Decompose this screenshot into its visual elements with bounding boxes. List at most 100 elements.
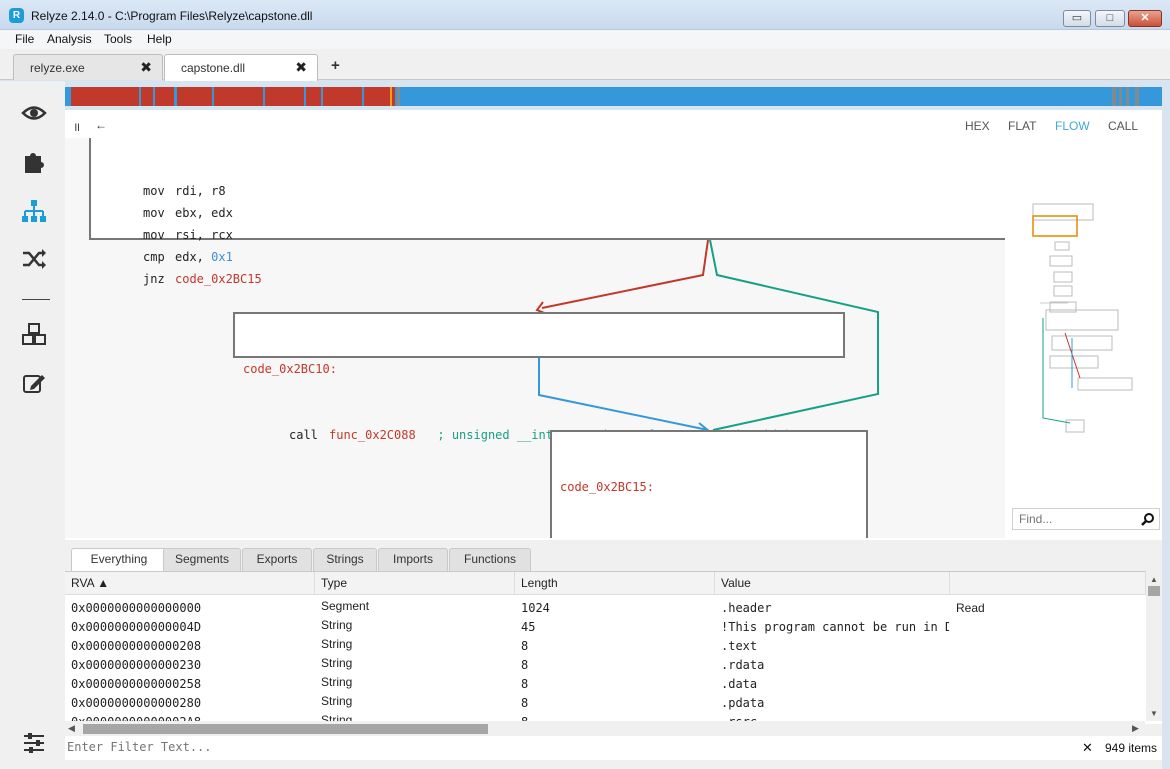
block-label: code_0x2BC15: [560,480,654,494]
operand: rsi, rcx [175,228,233,242]
filter-input[interactable] [65,739,465,755]
table-cell: Read [956,601,985,615]
instruction-line[interactable]: mov rsi, rcx [143,224,1005,246]
maximize-button[interactable]: □ [1095,10,1125,27]
column-header-value[interactable]: Value [715,572,950,595]
search-icon[interactable] [1141,512,1155,526]
block-label: code_0x2BC10: [243,362,337,376]
pause-icon[interactable]: ॥ [73,118,80,135]
cubes-icon[interactable] [18,321,50,349]
overview-minimap [1032,203,1133,433]
table-cell: 0x0000000000000230 [71,658,202,672]
coverage-segment [264,87,304,106]
main-panel: ॥ ← HEX FLAT FLOW CALL mov rdi, r8 mov ebx,… [65,110,1162,540]
menu-file[interactable]: File [15,32,34,46]
table-row[interactable]: 0x0000000000000280 String 8 .pdata [65,694,1145,713]
operand: edx, [175,250,212,264]
scroll-thumb[interactable] [1148,586,1160,596]
table-cell: Segment [321,599,370,613]
tab-imports[interactable]: Imports [378,548,448,571]
scroll-right-icon[interactable]: ▶ [1132,723,1139,734]
instruction-line[interactable]: jnz code_0x2BC15 [143,268,1005,290]
column-header-type[interactable]: Type [315,572,515,595]
tab-hex[interactable]: HEX [965,119,990,133]
table-row[interactable]: 0x0000000000000258 String 8 .data [65,675,1145,694]
table-row[interactable]: 0x0000000000000208 String 8 .text [65,637,1145,656]
find-box [1012,508,1160,530]
instruction-line[interactable]: cmp edx, 0x1 [143,246,1005,268]
scroll-up-icon[interactable]: ▲ [1150,575,1158,584]
coverage-strip[interactable] [65,87,1163,106]
close-icon[interactable]: ✖ [140,59,152,76]
scroll-thumb[interactable] [83,724,488,734]
instruction-line[interactable]: mov rdi, r8 [143,180,1005,202]
back-arrow-icon[interactable]: ← [95,118,107,132]
basic-block-code-0x2bc15[interactable]: code_0x2BC15: movr8, rdimovedx, ebxmovrc… [550,430,868,538]
table-row[interactable]: 0x0000000000000230 String 8 .rdata [65,656,1145,675]
vertical-scrollbar[interactable]: ▲ ▼ [1146,571,1162,721]
shuffle-icon[interactable] [18,245,50,273]
hierarchy-icon[interactable] [18,197,50,225]
mnemonic: mov [143,228,165,242]
table-cell: 8 [521,658,529,672]
item-count: 949 items [1105,741,1158,755]
bottom-panel: Everything Segments Exports Strings Impo… [65,540,1162,769]
tab-flat[interactable]: FLAT [1008,119,1036,133]
table-cell: String [321,637,353,651]
mnemonic: call [289,428,318,442]
column-header-length[interactable]: Length [515,572,715,595]
table-cell: String [321,675,353,689]
flow-graph[interactable]: mov rdi, r8 mov ebx, edx mov rsi, rcx cmp edx, … [65,138,1005,538]
menu-help[interactable]: Help [147,32,172,46]
window-title: Relyze 2.14.0 - C:\Program Files\Relyze\… [31,9,313,23]
tab-strings[interactable]: Strings [313,548,377,571]
operand: rdi, r8 [175,184,226,198]
tab-everything[interactable]: Everything [71,548,167,572]
tab-call[interactable]: CALL [1108,119,1138,133]
mnemonic: mov [143,206,165,220]
column-header-extra[interactable] [950,572,1146,595]
tab-flow[interactable]: FLOW [1055,119,1090,133]
document-tab-bar: relyze.exe ✖ capstone.dll ✖ [0,49,1170,81]
table-row[interactable]: 0x000000000000004D String 45 !This program … [65,618,1145,637]
coverage-segment [70,87,140,106]
left-sidebar [0,81,65,769]
table-row[interactable]: 0x0000000000000000 Segment 1024 .header Read [65,599,1145,618]
close-window-button[interactable]: ✕ [1128,10,1162,27]
puzzle-icon[interactable] [18,147,50,175]
clear-filter-icon[interactable]: ✕ [1082,740,1093,756]
table-cell: 0x0000000000000258 [71,677,202,691]
tab-functions[interactable]: Functions [449,548,531,571]
table-cell: .pdata [721,696,765,710]
instruction-line[interactable]: mov ebx, edx [143,202,1005,224]
edit-icon[interactable] [18,369,50,397]
column-header-rva[interactable]: RVA ▲ [65,572,315,595]
horizontal-scrollbar[interactable]: ◀ ▶ [65,721,1145,736]
graph-overview[interactable] [1010,138,1162,510]
tab-exports[interactable]: Exports [242,548,312,571]
tab-relyze-exe[interactable]: relyze.exe ✖ [13,54,163,80]
menu-tools[interactable]: Tools [104,32,132,46]
tab-label: capstone.dll [181,61,246,75]
mnemonic: cmp [143,250,165,264]
scroll-left-icon[interactable]: ◀ [68,723,75,734]
minimize-button[interactable]: ▭ [1063,10,1091,27]
coverage-segment [214,87,263,106]
sidebar-divider [22,299,50,300]
tab-capstone-dll[interactable]: capstone.dll ✖ [164,54,318,81]
basic-block-entry[interactable]: mov rdi, r8 mov ebx, edx mov rsi, rcx cmp edx, … [89,138,1005,286]
title-bar: R Relyze 2.14.0 - C:\Program Files\Relyz… [0,0,1170,30]
tab-segments[interactable]: Segments [163,548,241,571]
table-cell: 0x0000000000000280 [71,696,202,710]
basic-block-code-0x2bc10[interactable]: code_0x2BC10: call func_0x2C088 ; unsigne… [233,312,845,442]
table-cell: 8 [521,696,529,710]
menu-analysis[interactable]: Analysis [47,32,92,46]
close-icon[interactable]: ✖ [295,59,307,76]
table-cell: 1024 [521,601,550,615]
scroll-down-icon[interactable]: ▼ [1150,709,1158,718]
find-input[interactable] [1017,511,1135,527]
eye-icon[interactable] [18,99,50,127]
add-tab-button[interactable]: + [331,57,340,74]
sliders-icon[interactable] [18,729,50,757]
operand: func_0x2C088 [329,428,416,442]
